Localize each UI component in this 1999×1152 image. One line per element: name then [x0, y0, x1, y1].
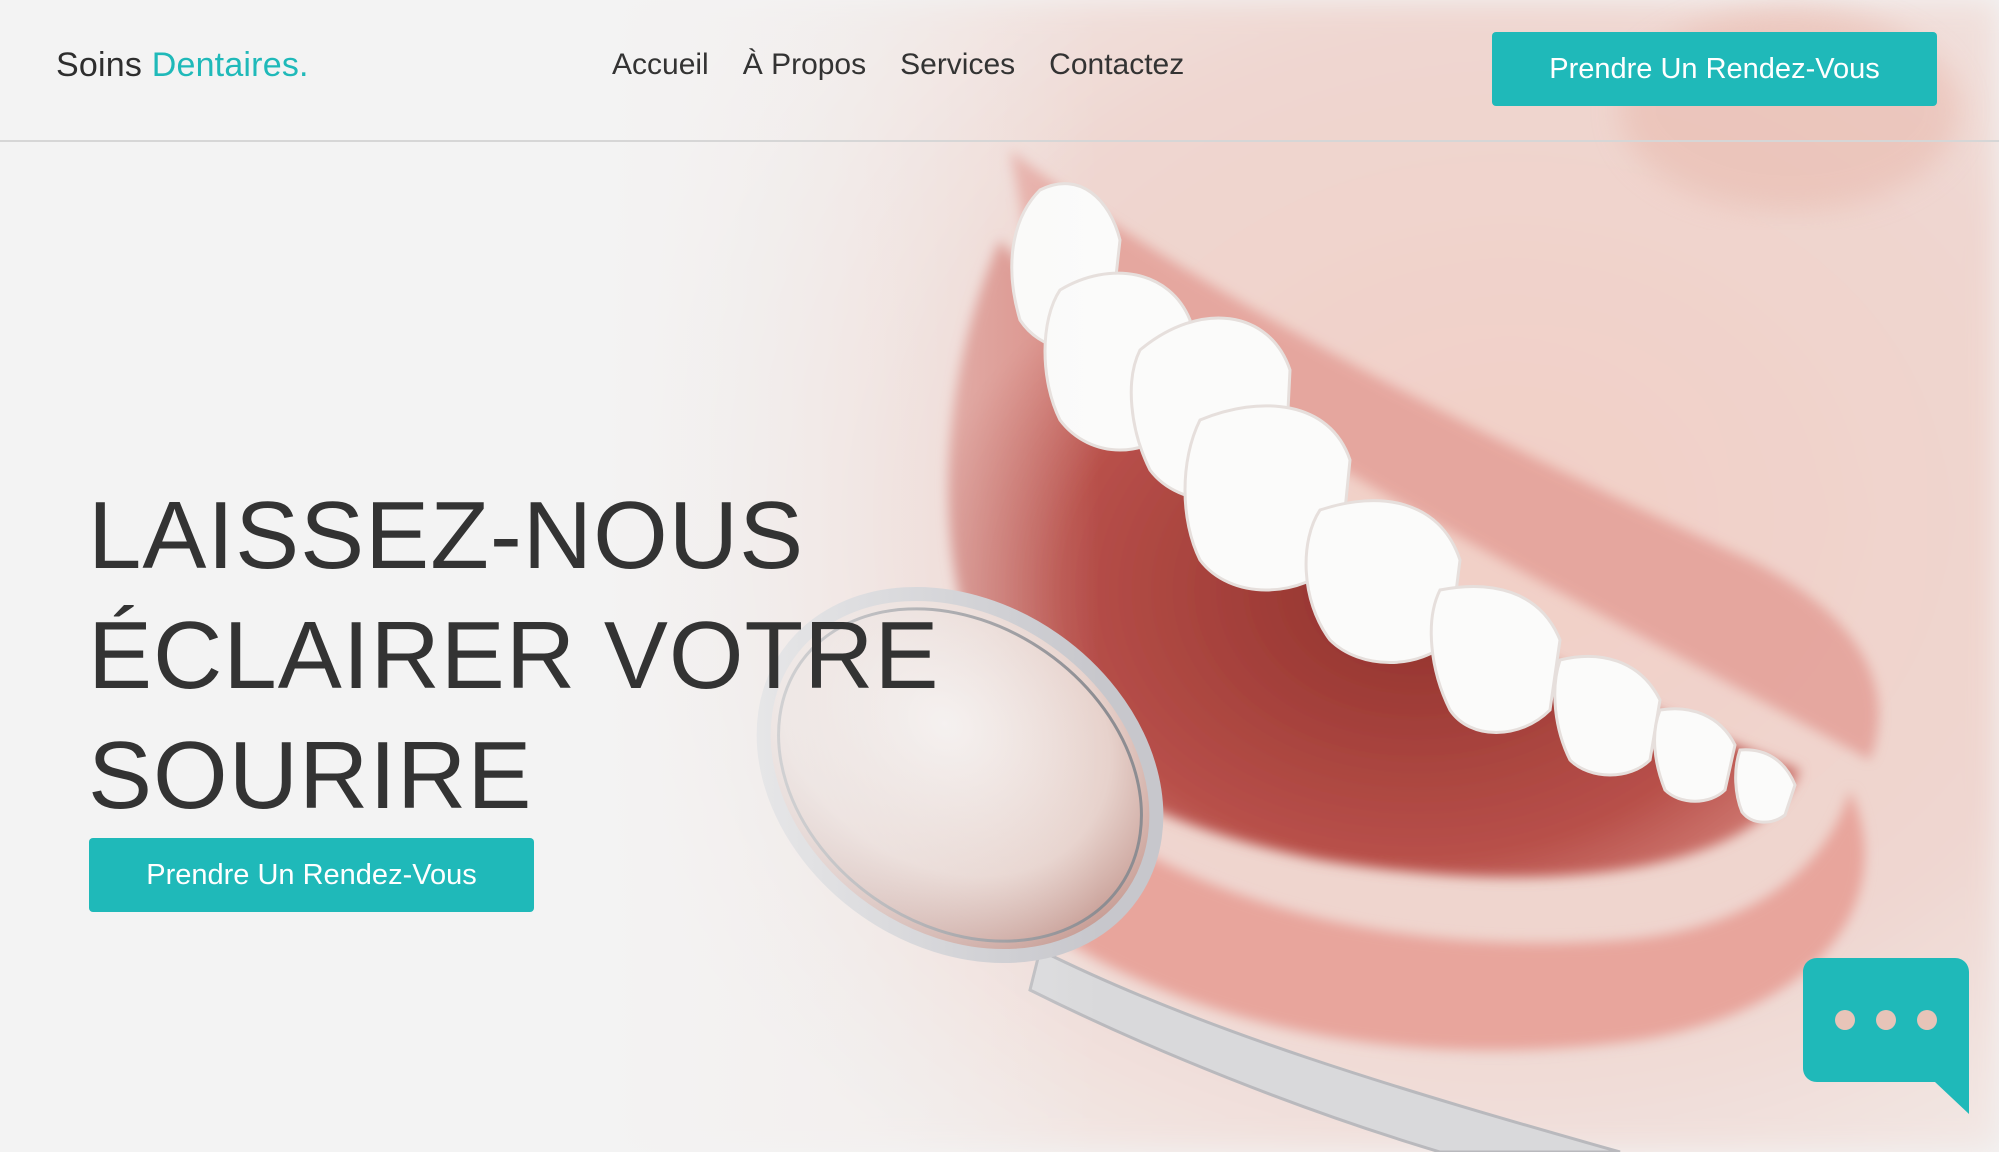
nav-link-accueil[interactable]: Accueil: [612, 48, 709, 82]
headline-line-1: LAISSEZ-NOUS: [88, 482, 805, 589]
nav-link-a-propos[interactable]: À Propos: [743, 48, 866, 82]
brand-name: Soins: [56, 46, 152, 84]
hero-appointment-button[interactable]: Prendre Un Rendez-Vous: [89, 838, 534, 912]
main-nav: Accueil À Propos Services Contactez: [612, 48, 1184, 82]
hero-headline: LAISSEZ-NOUS ÉCLAIRER VOTRE SOURIRE: [88, 476, 988, 836]
chat-widget-button[interactable]: [1803, 958, 1969, 1118]
brand-name-accent: Dentaires.: [151, 46, 309, 84]
brand-logo[interactable]: Soins Dentaires.: [56, 46, 309, 85]
headline-line-2: ÉCLAIRER VOTRE: [88, 602, 940, 709]
site-header: Soins Dentaires. Accueil À Propos Servic…: [0, 0, 1999, 142]
headline-line-3: SOURIRE: [88, 722, 533, 829]
nav-link-services[interactable]: Services: [900, 48, 1015, 82]
nav-link-contactez[interactable]: Contactez: [1049, 48, 1184, 82]
header-appointment-button[interactable]: Prendre Un Rendez-Vous: [1492, 32, 1937, 106]
chat-bubble-icon: [1803, 958, 1969, 1114]
